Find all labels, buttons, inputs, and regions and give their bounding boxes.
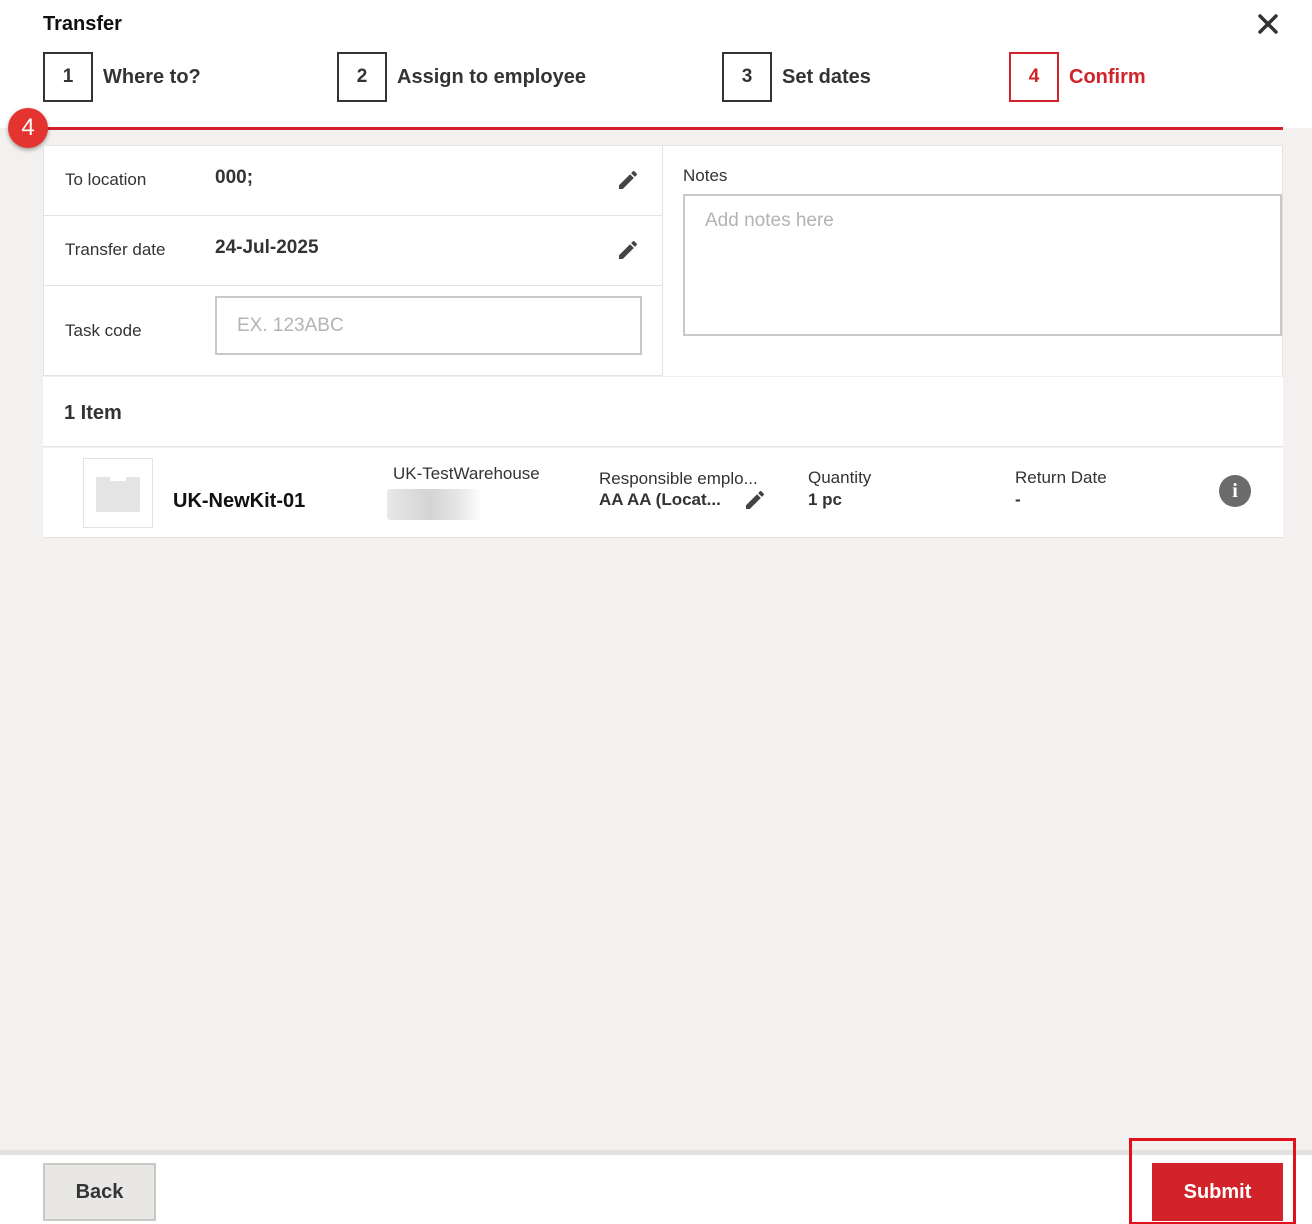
return-date-value: - [1015, 490, 1021, 509]
step-set-dates[interactable]: 3 Set dates [722, 52, 871, 102]
notes-textarea[interactable] [683, 194, 1282, 336]
info-icon[interactable]: i [1219, 475, 1251, 507]
redacted-field [387, 489, 482, 520]
notes-label: Notes [683, 166, 728, 185]
item-thumbnail [83, 458, 153, 528]
edit-location-pencil-icon[interactable] [616, 168, 640, 192]
step-progress-line [43, 127, 1283, 130]
quantity-label: Quantity [808, 468, 872, 487]
transfer-details-panel: To location 000; Transfer date 24-Jul-20… [43, 145, 663, 376]
dialog-title: Transfer [43, 13, 122, 35]
step-label: Where to? [103, 65, 201, 88]
dialog-footer: Back Submit [0, 1138, 1312, 1224]
item-location: UK-TestWarehouse [393, 464, 540, 483]
quantity-value: 1 pc [808, 490, 843, 509]
step-label: Set dates [782, 65, 871, 88]
item-name: UK-NewKit-01 [173, 490, 306, 512]
submit-button[interactable]: Submit [1152, 1163, 1283, 1221]
edit-date-pencil-icon[interactable] [616, 238, 640, 262]
dialog-header: Transfer 1 Where to? 2 Assign to employe… [0, 0, 1312, 128]
step-number: 2 [337, 52, 387, 102]
to-location-value: 000; [215, 167, 254, 188]
toolbox-icon [96, 477, 140, 512]
task-code-row: Task code [44, 286, 662, 376]
responsible-employee-label: Responsible emplo... [599, 469, 758, 488]
transfer-date-value: 24-Jul-2025 [215, 237, 319, 258]
to-location-row: To location 000; [44, 146, 662, 216]
list-item: UK-NewKit-01 UK-TestWarehouse Responsibl… [43, 448, 1283, 538]
close-icon[interactable] [1254, 10, 1282, 38]
step-label: Assign to employee [397, 65, 586, 88]
step-number: 4 [1009, 52, 1059, 102]
responsible-employee-value: AA AA (Locat... [599, 490, 721, 509]
annotation-badge: 4 [8, 108, 48, 148]
step-where-to[interactable]: 1 Where to? [43, 52, 201, 102]
notes-panel: Notes [663, 145, 1283, 376]
step-number: 1 [43, 52, 93, 102]
step-confirm[interactable]: 4 Confirm [1009, 52, 1146, 102]
task-code-input[interactable] [215, 296, 642, 355]
step-label: Confirm [1069, 65, 1146, 88]
items-header: 1 Item [43, 377, 1283, 447]
transfer-date-row: Transfer date 24-Jul-2025 [44, 216, 662, 286]
return-date-label: Return Date [1015, 468, 1107, 487]
step-number: 3 [722, 52, 772, 102]
step-assign-to-employee[interactable]: 2 Assign to employee [337, 52, 586, 102]
transfer-date-label: Transfer date [65, 240, 166, 259]
to-location-label: To location [65, 170, 147, 189]
task-code-label: Task code [65, 321, 142, 340]
back-button[interactable]: Back [43, 1163, 156, 1221]
edit-employee-pencil-icon[interactable] [743, 488, 767, 512]
items-count: 1 Item [64, 402, 122, 424]
